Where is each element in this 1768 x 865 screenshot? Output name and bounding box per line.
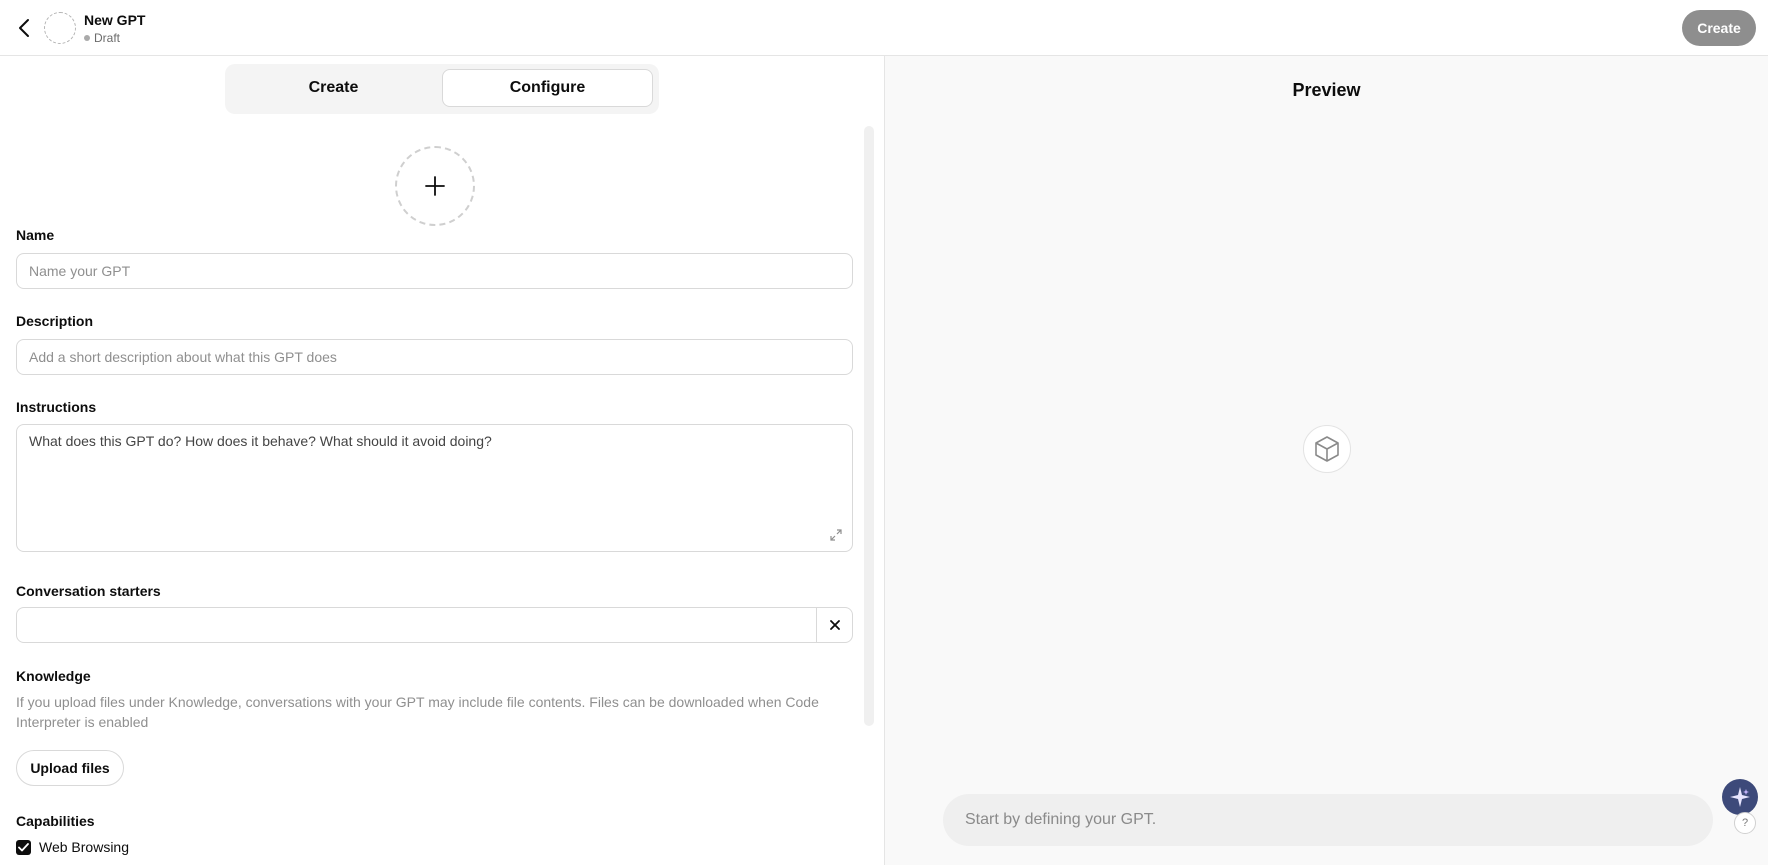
preview-panel: Preview: [885, 56, 1768, 865]
capabilities-label: Capabilities: [16, 813, 95, 829]
preview-message-input[interactable]: [943, 794, 1713, 846]
capability-web-browsing[interactable]: Web Browsing: [16, 838, 129, 856]
name-input[interactable]: [16, 253, 853, 289]
scrollbar[interactable]: [864, 126, 874, 726]
draft-status: Draft: [84, 31, 120, 45]
sparkle-icon: [1730, 787, 1750, 807]
description-label: Description: [16, 313, 94, 329]
description-input[interactable]: [16, 339, 853, 375]
tab-create[interactable]: Create: [230, 69, 437, 107]
cube-icon: [1315, 436, 1339, 462]
help-button[interactable]: ?: [1734, 812, 1756, 834]
back-button[interactable]: [12, 14, 36, 42]
avatar-upload-button[interactable]: [395, 146, 475, 226]
assistant-orb-button[interactable]: [1722, 779, 1758, 815]
name-label: Name: [16, 227, 55, 243]
configure-panel: Create Configure Name Description Instru…: [0, 56, 884, 865]
starters-label: Conversation starters: [16, 583, 161, 599]
preview-title: Preview: [1292, 80, 1361, 100]
instructions-textarea[interactable]: [16, 424, 853, 552]
top-bar: New GPT Draft Create: [0, 0, 1768, 56]
clear-starter-button[interactable]: [817, 608, 852, 642]
gpt-title: New GPT: [84, 12, 146, 28]
create-button[interactable]: Create: [1682, 10, 1756, 46]
status-label: Draft: [94, 31, 121, 45]
instructions-label: Instructions: [16, 399, 97, 415]
knowledge-help-text: If you upload files under Knowledge, con…: [16, 694, 819, 730]
chevron-left-icon: [19, 19, 29, 37]
gpt-avatar[interactable]: [44, 12, 76, 44]
upload-files-button[interactable]: Upload files: [16, 750, 124, 786]
preview-logo: [1303, 425, 1351, 473]
knowledge-label: Knowledge: [16, 668, 91, 684]
web-browsing-label: Web Browsing: [39, 839, 130, 855]
mode-tabs: Create Configure: [225, 64, 659, 114]
plus-icon: [425, 176, 445, 196]
web-browsing-checkbox[interactable]: [16, 839, 31, 855]
expand-icon[interactable]: [829, 528, 843, 542]
status-dot-icon: [84, 35, 90, 41]
close-icon: [829, 620, 840, 630]
starter-row: [16, 607, 853, 643]
starter-input[interactable]: [17, 608, 817, 642]
tab-configure[interactable]: Configure: [442, 69, 653, 107]
checkmark-icon: [18, 842, 29, 851]
